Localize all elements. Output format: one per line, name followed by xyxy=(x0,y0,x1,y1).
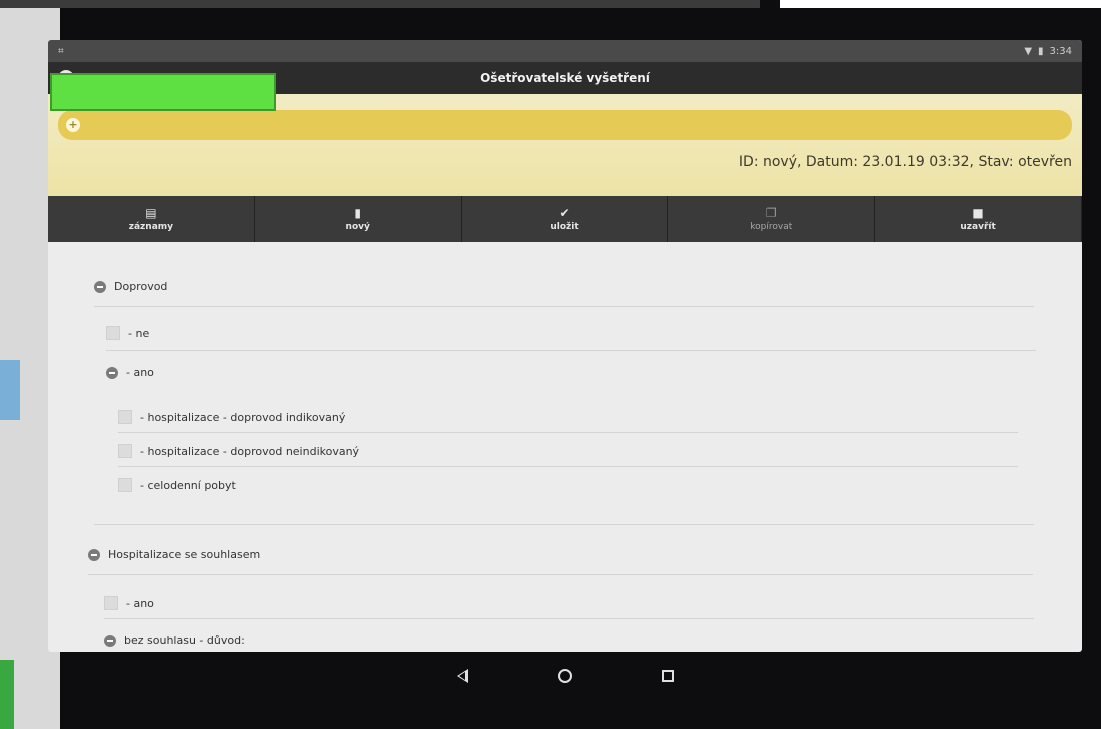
wifi-icon: ▼ xyxy=(1024,45,1033,57)
status-bar: ⌗ ▼ ▮ 3:34 xyxy=(48,40,1082,62)
tablet-screen: ⌗ ▼ ▮ 3:34 ● Ošetřovatelské vyšetření + … xyxy=(48,40,1082,652)
tab-label: kopírovat xyxy=(750,222,793,232)
option-label: - ne xyxy=(128,326,150,340)
background-top xyxy=(0,0,760,8)
option-hosp-neindikovany[interactable]: - hospitalizace - doprovod neindikovaný xyxy=(118,444,359,458)
divider xyxy=(104,618,1034,619)
tab-label: záznamy xyxy=(128,222,174,232)
status-icons: ▼ ▮ 3:34 xyxy=(1024,46,1072,57)
option-celodenni[interactable]: - celodenní pobyt xyxy=(118,478,236,492)
android-nav-bar xyxy=(48,656,1082,696)
collapse-icon[interactable] xyxy=(94,280,106,293)
option-bez-souhlasu[interactable]: bez souhlasu - důvod: xyxy=(104,634,245,647)
collapse-icon[interactable] xyxy=(104,634,116,647)
divider xyxy=(94,306,1034,307)
divider xyxy=(94,524,1034,525)
status-time: 3:34 xyxy=(1049,45,1072,57)
section-label: Doprovod xyxy=(114,280,168,293)
option-hosp-indikovany[interactable]: - hospitalizace - doprovod indikovaný xyxy=(118,410,345,424)
tab-kopirovat[interactable]: ❐ kopírovat xyxy=(668,196,876,242)
tab-label: uložit xyxy=(550,222,579,232)
section-hospitalizace-souhlas[interactable]: Hospitalizace se souhlasem xyxy=(88,548,260,561)
battery-icon: ▮ xyxy=(1038,45,1044,57)
background-accent xyxy=(0,360,20,420)
copy-icon: ❐ xyxy=(765,206,777,220)
divider xyxy=(118,432,1018,433)
background-top-right xyxy=(780,0,1101,8)
list-icon: ▤ xyxy=(145,206,157,220)
form-content: Doprovod - ne - ano - hospitalizace - do… xyxy=(48,242,1082,652)
check-icon: ✔ xyxy=(559,206,570,220)
record-info: ID: nový, Datum: 23.01.19 03:32, Stav: o… xyxy=(738,154,1072,170)
divider xyxy=(118,466,1018,467)
add-patient-button[interactable]: + xyxy=(66,118,80,132)
back-icon[interactable] xyxy=(456,669,468,683)
option-souhlas-ano[interactable]: - ano xyxy=(104,596,154,610)
tab-ulozit[interactable]: ✔ uložit xyxy=(462,196,669,242)
checkbox[interactable] xyxy=(104,596,118,610)
checkbox[interactable] xyxy=(118,444,132,458)
lock-icon: ■ xyxy=(972,206,984,220)
tab-label: uzavřít xyxy=(960,222,996,232)
option-ano[interactable]: - ano xyxy=(106,366,154,379)
option-label: - celodenní pobyt xyxy=(140,478,236,492)
tab-zaznamy[interactable]: ▤ záznamy xyxy=(48,196,255,242)
option-label: - hospitalizace - doprovod neindikovaný xyxy=(140,444,360,458)
patient-strip: + xyxy=(58,110,1072,140)
home-icon[interactable] xyxy=(557,669,572,683)
option-label: bez souhlasu - důvod: xyxy=(124,634,245,647)
toolbar: ▤ záznamy ▮ nový ✔ uložit ❐ kopírovat ■ … xyxy=(48,196,1082,242)
checkbox[interactable] xyxy=(118,478,132,492)
divider xyxy=(88,574,1033,575)
section-doprovod[interactable]: Doprovod xyxy=(94,280,167,293)
tab-label: nový xyxy=(345,222,370,232)
collapse-icon[interactable] xyxy=(88,548,100,561)
new-document-icon: ▮ xyxy=(354,206,361,220)
checkbox[interactable] xyxy=(118,410,132,424)
patient-name-redacted xyxy=(50,73,276,111)
option-label: - ano xyxy=(126,596,154,610)
option-ne[interactable]: - ne xyxy=(106,326,149,340)
tab-uzavrit[interactable]: ■ uzavřít xyxy=(875,196,1082,242)
page-title: Ošetřovatelské vyšetření xyxy=(480,71,650,85)
checkbox[interactable] xyxy=(106,326,120,340)
option-label: - ano xyxy=(126,366,154,379)
tab-novy[interactable]: ▮ nový xyxy=(255,196,462,242)
divider xyxy=(106,350,1036,351)
menu-icon: ⌗ xyxy=(58,45,64,57)
background-accent-green xyxy=(0,660,14,729)
collapse-icon[interactable] xyxy=(106,366,118,379)
option-label: - hospitalizace - doprovod indikovaný xyxy=(140,410,346,424)
section-label: Hospitalizace se souhlasem xyxy=(108,548,261,561)
recent-apps-icon[interactable] xyxy=(661,670,674,682)
